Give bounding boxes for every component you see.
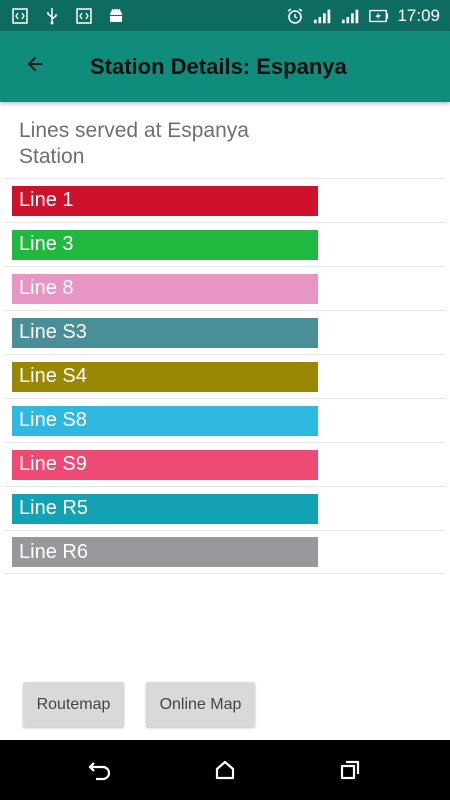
signal-icon	[313, 6, 333, 26]
code-icon	[10, 6, 30, 26]
line-badge: Line S3	[12, 317, 318, 348]
line-badge: Line S9	[12, 449, 318, 480]
lines-heading: Lines served at Espanya Station	[19, 119, 249, 168]
battery-charging-icon	[369, 6, 389, 26]
alarm-icon	[285, 6, 305, 26]
app-bar: Station Details: Espanya	[0, 31, 450, 102]
line-badge: Line S8	[12, 405, 318, 436]
line-badge: Line R6	[12, 537, 318, 567]
online-map-button[interactable]: Online Map	[146, 682, 255, 727]
back-nav-icon[interactable]	[85, 755, 115, 785]
home-nav-icon[interactable]	[210, 755, 240, 785]
line-row[interactable]: Line R6	[4, 530, 446, 574]
usb-icon	[42, 6, 62, 26]
line-row[interactable]: Line 1	[4, 178, 446, 222]
recents-nav-icon[interactable]	[335, 755, 365, 785]
line-badge: Line 8	[12, 273, 318, 304]
line-list: Line 1 Line 3 Line 8 Line S3 Line S4 Line S8 L…	[4, 178, 446, 574]
line-row[interactable]: Line S9	[4, 442, 446, 486]
signal-2-icon	[341, 6, 361, 26]
code-icon	[74, 6, 94, 26]
page-title: Station Details: Espanya	[90, 53, 347, 79]
status-bar: 17:09	[0, 0, 450, 31]
line-row[interactable]: Line 3	[4, 222, 446, 266]
line-badge: Line S4	[12, 361, 318, 392]
line-row[interactable]: Line 8	[4, 266, 446, 310]
navigation-bar	[0, 740, 450, 800]
line-badge: Line 1	[12, 185, 318, 216]
line-row[interactable]: Line S3	[4, 310, 446, 354]
main-content: Lines served at Espanya Station Line 1 Li…	[0, 102, 450, 574]
arrow-back-icon	[24, 53, 46, 80]
back-button[interactable]	[0, 31, 70, 102]
android-icon	[106, 6, 126, 26]
line-badge: Line 3	[12, 229, 318, 260]
routemap-button[interactable]: Routemap	[23, 682, 124, 727]
line-row[interactable]: Line R5	[4, 486, 446, 530]
line-row[interactable]: Line S4	[4, 354, 446, 398]
line-badge: Line R5	[12, 493, 318, 524]
line-row[interactable]: Line S8	[4, 398, 446, 442]
status-time: 17:09	[397, 5, 440, 25]
button-row: Routemap Online Map	[23, 682, 255, 727]
